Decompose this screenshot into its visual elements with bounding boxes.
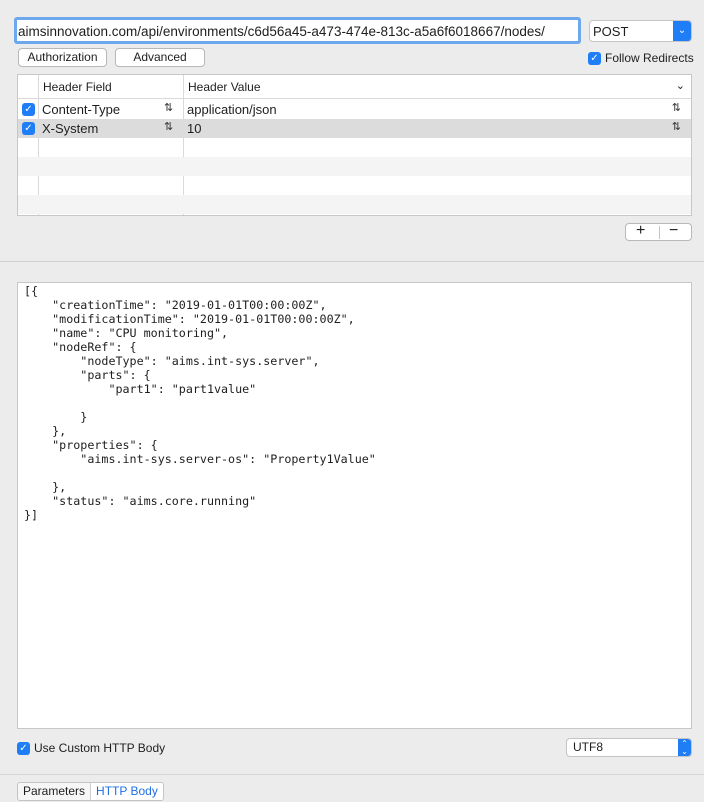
header-field-cell[interactable]: X-System <box>42 121 98 136</box>
row-enabled-checkbox[interactable]: ✓ <box>22 122 35 135</box>
url-input[interactable]: aimsinnovation.com/api/environments/c6d5… <box>14 17 581 44</box>
method-value: POST <box>593 24 629 39</box>
column-header-value[interactable]: Header Value <box>188 80 261 94</box>
follow-redirects-label: Follow Redirects <box>605 51 694 65</box>
add-header-button[interactable]: + <box>636 222 645 240</box>
header-value-cell[interactable]: application/json <box>187 102 277 117</box>
chevron-down-icon[interactable]: ⌄ <box>676 79 685 92</box>
tab-parameters[interactable]: Parameters <box>18 783 92 800</box>
use-custom-body-checkbox[interactable]: ✓ <box>17 742 30 755</box>
section-divider <box>0 261 704 262</box>
headers-table: Header Field Header Value ⌄ ✓ Content-Ty… <box>17 74 692 216</box>
column-header-field[interactable]: Header Field <box>43 80 112 94</box>
use-custom-body-label: Use Custom HTTP Body <box>34 741 166 755</box>
table-row-empty <box>18 176 691 195</box>
stepper-icon[interactable]: ⇅ <box>164 120 173 133</box>
remove-header-button[interactable]: − <box>669 222 678 240</box>
row-enabled-checkbox[interactable]: ✓ <box>22 103 35 116</box>
encoding-select[interactable]: UTF8 ⌃ ⌄ <box>566 738 692 757</box>
stepper-icon[interactable]: ⇅ <box>672 101 681 114</box>
table-row-empty <box>18 195 691 214</box>
advanced-button[interactable]: Advanced <box>115 48 205 67</box>
tab-bar: Parameters HTTP Body <box>17 782 164 801</box>
table-row[interactable]: ✓ Content-Type ⇅ application/json ⇅ <box>18 100 691 119</box>
authorization-button[interactable]: Authorization <box>18 48 107 67</box>
method-select[interactable]: POST ⌄ <box>589 20 692 42</box>
add-remove-control: + − <box>625 222 692 241</box>
stepper-icon[interactable]: ⇅ <box>672 120 681 133</box>
follow-redirects-checkbox[interactable]: ✓ <box>588 52 601 65</box>
chevron-down-icon[interactable]: ⌄ <box>673 21 691 41</box>
table-row[interactable]: ✓ X-System ⇅ 10 ⇅ <box>18 119 691 138</box>
stepper-icon[interactable]: ⌃ ⌄ <box>678 739 691 756</box>
section-divider <box>0 774 704 775</box>
stepper-icon[interactable]: ⇅ <box>164 101 173 114</box>
http-body-editor[interactable]: [{ "creationTime": "2019-01-01T00:00:00Z… <box>17 282 692 729</box>
encoding-value: UTF8 <box>573 740 603 754</box>
header-field-cell[interactable]: Content-Type <box>42 102 120 117</box>
table-row-empty <box>18 138 691 157</box>
table-header: Header Field Header Value ⌄ <box>18 75 691 99</box>
table-row-empty <box>18 157 691 176</box>
tab-http-body[interactable]: HTTP Body <box>91 783 163 800</box>
header-value-cell[interactable]: 10 <box>187 121 201 136</box>
